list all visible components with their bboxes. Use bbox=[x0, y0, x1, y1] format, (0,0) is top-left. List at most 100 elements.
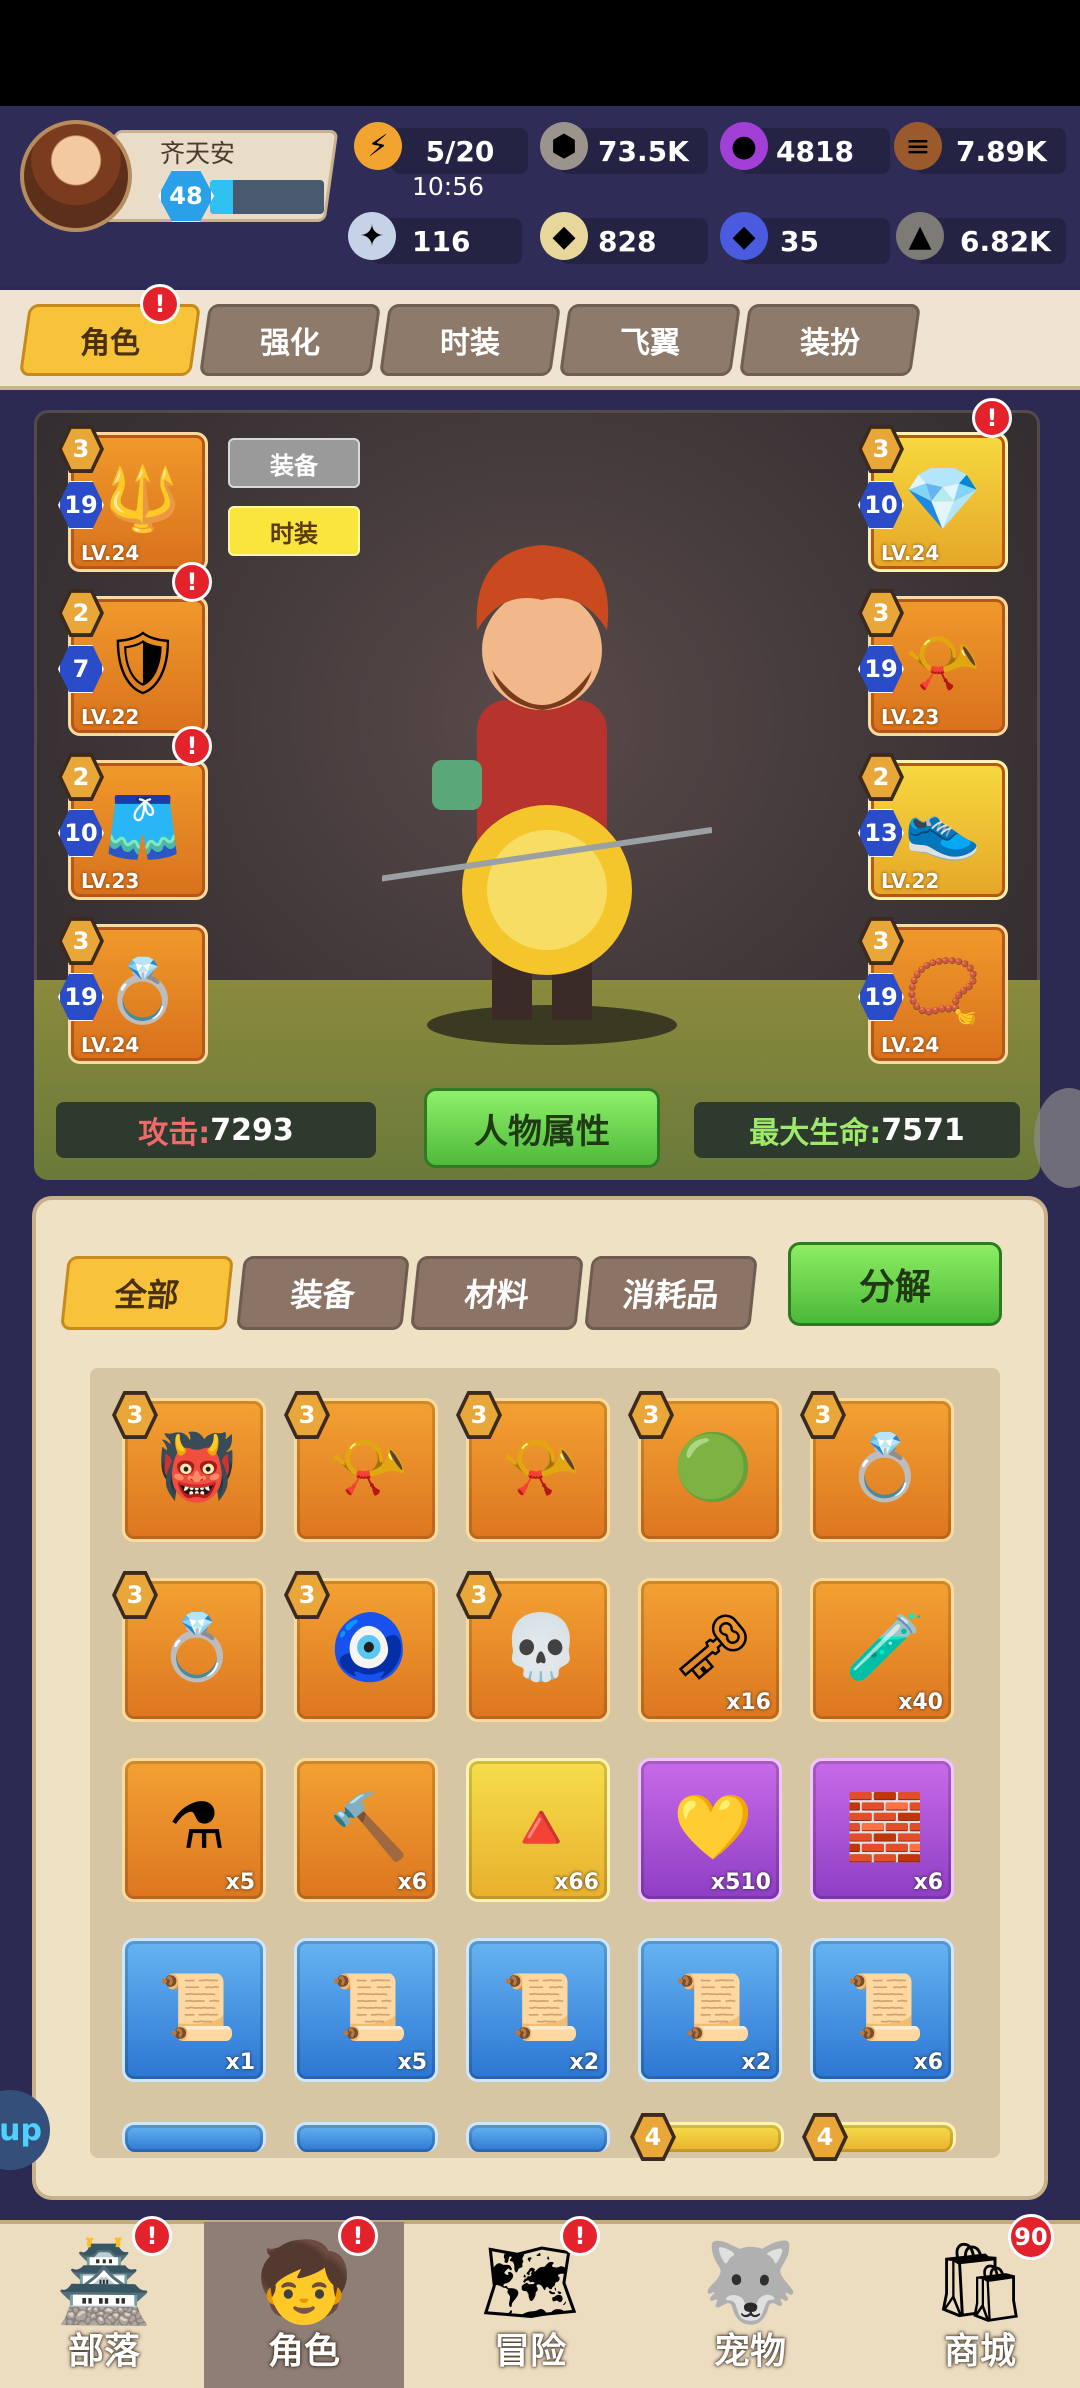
inv-tab-label: 消耗品 bbox=[620, 1276, 721, 1314]
scroll-icon: 📜 bbox=[501, 1970, 581, 2045]
inventory-item[interactable]: 🔺 x66 bbox=[466, 1758, 610, 1902]
alert-icon: ! bbox=[172, 562, 212, 602]
wood-icon: ≡ bbox=[894, 122, 942, 170]
armor-icon: 🛡 bbox=[103, 626, 183, 699]
blue-crystal-value: 35 bbox=[780, 224, 819, 258]
shop-icon: 🛍 bbox=[930, 2238, 1030, 2328]
max-hp-stat: 最大生命: 7571 bbox=[694, 1102, 1020, 1158]
alert-icon: ! bbox=[172, 726, 212, 766]
inventory-item[interactable]: ⚗ x5 bbox=[122, 1758, 266, 1902]
stone-ore-value: 73.5K bbox=[598, 134, 689, 168]
inventory-item[interactable]: 💛 x510 bbox=[638, 1758, 782, 1902]
inv-tab-materials[interactable]: 材料 bbox=[410, 1256, 584, 1330]
nav-adventure[interactable]: 🗺 冒险 bbox=[430, 2220, 630, 2388]
character-attributes-button[interactable]: 人物属性 bbox=[424, 1088, 660, 1168]
inv-tab-label: 装备 bbox=[288, 1276, 357, 1314]
hp-label: 最大生命: bbox=[749, 1116, 882, 1151]
pendant-icon: 🧿 bbox=[329, 1610, 409, 1685]
tab-dressup[interactable]: 装扮 bbox=[738, 304, 922, 376]
ring-icon: 💍 bbox=[845, 1430, 925, 1505]
pet-icon: 🐺 bbox=[701, 2238, 799, 2328]
pants-icon: 🩳 bbox=[104, 790, 182, 863]
tab-wings[interactable]: 飞翼 bbox=[558, 304, 742, 376]
tab-dressup-label: 装扮 bbox=[800, 326, 860, 361]
fashion-view-button[interactable]: 时装 bbox=[228, 506, 360, 556]
inventory-item[interactable]: 🧱 x6 bbox=[810, 1758, 954, 1902]
shield-coin-value: 828 bbox=[598, 224, 657, 258]
mask-icon: 👹 bbox=[157, 1430, 237, 1505]
nav-pet[interactable]: 🐺 宠物 bbox=[650, 2220, 850, 2388]
alert-icon: ! bbox=[140, 284, 180, 324]
item-count: x16 bbox=[726, 1690, 771, 1715]
nav-label: 部落 bbox=[67, 2331, 140, 2372]
purple-block-icon: 🧱 bbox=[845, 1790, 925, 1865]
hammer-icon: 🔨 bbox=[329, 1790, 409, 1865]
inventory-item[interactable]: 🔨 x6 bbox=[294, 1758, 438, 1902]
gold-pile-icon: 🔺 bbox=[501, 1790, 581, 1865]
item-count: x2 bbox=[569, 2050, 600, 2075]
inventory-item[interactable]: 📜 x5 bbox=[294, 1938, 438, 2082]
inventory-item-partial[interactable] bbox=[466, 2122, 610, 2152]
nav-label: 角色 bbox=[267, 2331, 340, 2372]
slot-level: LV.22 bbox=[881, 869, 940, 893]
exp-bar bbox=[210, 180, 324, 214]
energy-timer: 10:56 bbox=[412, 172, 485, 201]
tab-fashion[interactable]: 时装 bbox=[378, 304, 562, 376]
inventory-item-partial[interactable] bbox=[294, 2122, 438, 2152]
slot-level: LV.22 bbox=[81, 705, 140, 729]
blue-crystal-icon: ◆ bbox=[720, 212, 768, 260]
slot-level: LV.24 bbox=[81, 541, 140, 565]
side-scroll-handle[interactable] bbox=[1034, 1088, 1080, 1188]
slot-level: LV.23 bbox=[81, 869, 140, 893]
item-count: x6 bbox=[913, 1870, 944, 1895]
hero-icon: 🧒 bbox=[255, 2238, 353, 2328]
inv-tab-equipment[interactable]: 装备 bbox=[236, 1256, 410, 1330]
tab-enhance-label: 强化 bbox=[260, 326, 320, 361]
potion-bottle-icon: 🧪 bbox=[845, 1610, 925, 1685]
energy-icon: ⚡ bbox=[354, 122, 402, 170]
slot-level: LV.24 bbox=[881, 541, 940, 565]
shoes-icon: 👟 bbox=[904, 790, 982, 863]
inventory-item[interactable]: 🗝 x16 bbox=[638, 1578, 782, 1722]
inventory-item-partial[interactable] bbox=[122, 2122, 266, 2152]
decompose-button[interactable]: 分解 bbox=[788, 1242, 1002, 1326]
avatar[interactable] bbox=[20, 120, 132, 232]
energy-value: 5/20 bbox=[425, 134, 495, 168]
nav-tribe[interactable]: 🏯 部落 bbox=[4, 2220, 204, 2388]
slot-level: LV.24 bbox=[881, 1033, 940, 1057]
inventory-item[interactable]: 📜 x6 bbox=[810, 1938, 954, 2082]
item-count: x2 bbox=[741, 2050, 772, 2075]
map-icon: 🗺 bbox=[480, 2238, 580, 2328]
item-count: x6 bbox=[397, 1870, 428, 1895]
shop-count-badge: 90 bbox=[1008, 2214, 1054, 2260]
energy-counter[interactable]: 5/20 bbox=[392, 128, 528, 174]
green-potion-icon: ⚗ bbox=[168, 1790, 226, 1864]
necklace-icon: 📿 bbox=[904, 954, 982, 1027]
status-bar bbox=[0, 0, 1080, 106]
gold-heart-icon: 💛 bbox=[673, 1790, 753, 1865]
rock-value: 6.82K bbox=[960, 224, 1051, 258]
scroll-icon: 📜 bbox=[673, 1970, 753, 2045]
inventory-item[interactable]: 📜 x2 bbox=[638, 1938, 782, 2082]
tab-fashion-label: 时装 bbox=[440, 326, 500, 361]
tab-wings-label: 飞翼 bbox=[620, 326, 680, 361]
tab-enhance[interactable]: 强化 bbox=[198, 304, 382, 376]
nav-label: 宠物 bbox=[713, 2331, 786, 2372]
bone-value: 116 bbox=[412, 224, 471, 258]
inventory-item[interactable]: 🧪 x40 bbox=[810, 1578, 954, 1722]
hero-character[interactable] bbox=[382, 530, 712, 1050]
spear-icon: 🔱 bbox=[104, 462, 182, 535]
inv-tab-all[interactable]: 全部 bbox=[60, 1256, 234, 1330]
inv-tab-consumables[interactable]: 消耗品 bbox=[584, 1256, 758, 1330]
tab-character-label: 角色 bbox=[80, 326, 140, 361]
slot-level: LV.24 bbox=[81, 1033, 140, 1057]
key-icon: 🗝 bbox=[672, 1610, 754, 1685]
inventory-item[interactable]: 📜 x2 bbox=[466, 1938, 610, 2082]
horn-icon: 📯 bbox=[501, 1430, 581, 1505]
alert-icon: ! bbox=[972, 398, 1012, 438]
equip-view-button[interactable]: 装备 bbox=[228, 438, 360, 488]
bone-icon: ✦ bbox=[348, 212, 396, 260]
inventory-item[interactable]: 📜 x1 bbox=[122, 1938, 266, 2082]
item-count: x40 bbox=[898, 1690, 943, 1715]
scroll-icon: 📜 bbox=[845, 1970, 925, 2045]
